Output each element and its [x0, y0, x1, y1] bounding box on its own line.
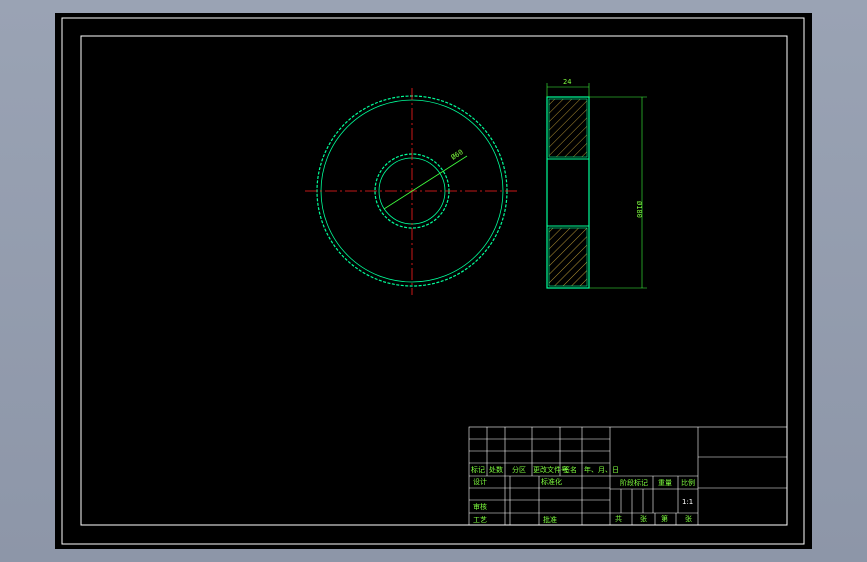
tb-sheet-unit: 张: [685, 514, 692, 523]
tb-weight: 重量: [658, 479, 672, 487]
tb-mark: 标记: [471, 465, 485, 474]
hatch-bottom: [548, 227, 588, 287]
inner-border: [80, 35, 788, 526]
tb-standardize: 标准化: [541, 477, 562, 486]
front-view: Ø60: [305, 88, 519, 295]
tb-approve: 批准: [543, 515, 557, 524]
tb-count: 处数: [489, 465, 503, 474]
title-block-texts: 标记 处数 分区 更改文件号 签名 年、月、日 设计 标准化 审核 工艺 批准 …: [471, 465, 695, 524]
title-block: [468, 426, 788, 526]
cad-drawing: Ø60 24 Ø180 标记 处数 分区 更改文件号 签名 年、月、日 设计 标…: [61, 17, 805, 545]
tb-date: 年、月、日: [584, 465, 619, 474]
tb-review: 审核: [473, 502, 487, 511]
tb-total: 共: [615, 514, 622, 523]
tb-sheets: 张: [640, 514, 647, 523]
tb-design: 设计: [473, 477, 487, 486]
hatch-top: [548, 98, 588, 158]
tb-zone: 分区: [512, 465, 526, 474]
tb-stage-mark: 阶段标记: [620, 478, 648, 487]
bore-dimension-label: Ø60: [450, 148, 465, 162]
outer-border: [61, 17, 805, 545]
side-view: 24 Ø180: [546, 78, 647, 289]
tb-scale-value: 1:1: [682, 498, 693, 506]
width-dimension-label: 24: [563, 78, 571, 86]
outer-dimension-label: Ø180: [635, 201, 643, 218]
diameter-leader: [383, 155, 468, 210]
tb-scale: 比例: [681, 478, 695, 487]
tb-page: 第: [661, 514, 668, 523]
drawing-sheet: Ø60 24 Ø180 标记 处数 分区 更改文件号 签名 年、月、日 设计 标…: [55, 13, 812, 549]
tb-signature: 签名: [563, 465, 577, 474]
tb-process: 工艺: [473, 516, 487, 524]
